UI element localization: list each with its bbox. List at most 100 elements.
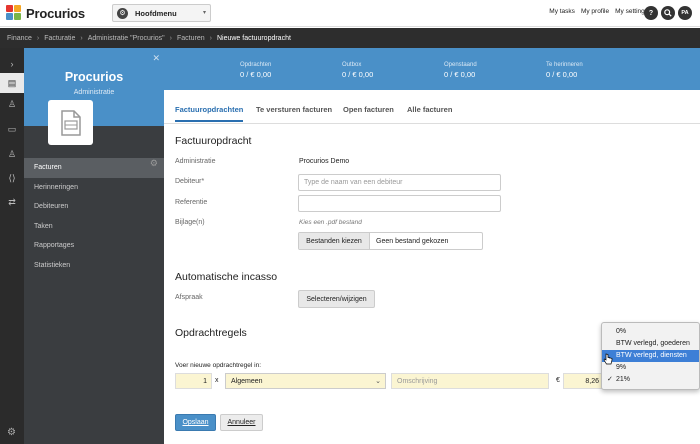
chevron-right-icon: › (209, 34, 212, 42)
panel-settings-icon[interactable]: ⚙ (150, 158, 158, 169)
debiteur-label: Debiteur* (175, 178, 205, 185)
nav-item-rapportages[interactable]: Rapportages (24, 236, 164, 256)
stat-label: Te herinneren (546, 62, 583, 68)
section-opdrachtregels: Opdrachtregels (175, 327, 247, 339)
vat-option[interactable]: 0% (602, 326, 699, 338)
checkmark-icon: ✓ (607, 376, 613, 383)
nav-item-statistieken[interactable]: Statistieken (24, 256, 164, 276)
referentie-label: Referentie (175, 199, 208, 206)
vat-dropdown-menu: 0% BTW verlegd, goederen BTW verlegd, di… (601, 322, 700, 390)
nav-item-facturen[interactable]: Facturen (24, 158, 164, 178)
top-bar: Procurios ⚙ Hoofdmenu ▾ My tasks My prof… (0, 0, 700, 27)
top-links: My tasks My profile My settings (549, 8, 648, 15)
app-logo[interactable]: Procurios (6, 5, 85, 21)
help-icon[interactable]: ? (644, 6, 658, 20)
cards-icon[interactable]: ▭ (6, 123, 18, 135)
select-change-button[interactable]: Selecteren/wijzigen (298, 290, 375, 308)
tab-bar: Factuuropdrachten Te versturen facturen … (164, 90, 700, 124)
panel-header: ✕ Procurios Administratie (24, 48, 164, 126)
person-icon[interactable]: ♙ (6, 148, 18, 160)
app-name: Procurios (26, 5, 85, 21)
left-panel: ✕ Procurios Administratie ⚙ Facturen Her… (24, 48, 164, 444)
stat-value: 0 / € 0,00 (240, 70, 272, 79)
vat-option-highlighted[interactable]: BTW verlegd, diensten (602, 350, 699, 362)
referentie-input[interactable] (298, 195, 501, 212)
afspraak-label: Afspraak (175, 294, 203, 301)
breadcrumb-facturatie[interactable]: Facturatie (44, 35, 75, 42)
stat-te-herinneren[interactable]: Te herinneren 0 / € 0,00 (546, 62, 583, 79)
tab-te-versturen-facturen[interactable]: Te versturen facturen (256, 105, 332, 120)
expand-chevron-icon[interactable]: › (6, 58, 18, 70)
panel-title: Procurios (64, 70, 124, 84)
nav-item-taken[interactable]: Taken (24, 217, 164, 237)
nav-item-herinneringen[interactable]: Herinneringen (24, 178, 164, 198)
my-tasks-link[interactable]: My tasks (549, 8, 575, 15)
search-icon[interactable] (661, 6, 675, 20)
code-icon[interactable]: ⟨⟩ (6, 172, 18, 184)
breadcrumb-finance[interactable]: Finance (7, 35, 32, 42)
breadcrumb: Finance › Facturatie › Administratie "Pr… (0, 28, 700, 48)
file-input[interactable]: Bestanden kiezen Geen bestand gekozen (298, 232, 483, 250)
vat-option-label: 21% (616, 376, 631, 383)
administratie-label: Administratie (175, 158, 216, 165)
price-input[interactable]: 8,26 (563, 373, 603, 389)
hand-cursor-icon (603, 353, 613, 365)
stat-label: Outbox (342, 62, 362, 68)
currency-sign: € (556, 377, 560, 384)
debiteur-input[interactable]: Type de naam van een debiteur (298, 174, 501, 191)
administration-avatar (48, 100, 93, 145)
tab-open-facturen[interactable]: Open facturen (343, 105, 394, 120)
stat-opdrachten[interactable]: Opdrachten 0 / € 0,00 (240, 62, 271, 79)
stats-bar: Opdrachten 0 / € 0,00 Outbox 0 / € 0,00 … (164, 48, 700, 90)
transfer-icon[interactable]: ⇄ (6, 196, 18, 208)
icon-rail: › ▤ ♙ ▭ ♙ ⟨⟩ ⇄ (0, 48, 24, 444)
my-profile-link[interactable]: My profile (581, 8, 609, 15)
stat-value: 0 / € 0,00 (342, 70, 374, 79)
choose-files-button[interactable]: Bestanden kiezen (299, 233, 370, 249)
stat-label: Opdrachten (240, 62, 272, 68)
vat-option[interactable]: BTW verlegd, goederen (602, 338, 699, 350)
chevron-down-icon: ▾ (202, 10, 206, 16)
nav-item-debiteuren[interactable]: Debiteuren (24, 197, 164, 217)
procurios-logo-icon (6, 5, 22, 21)
stat-openstaand[interactable]: Openstaand 0 / € 0,00 (444, 62, 477, 79)
category-value: Algemeen (231, 378, 263, 385)
chevron-right-icon: › (80, 34, 83, 42)
left-nav: Facturen Herinneringen Debiteuren Taken … (24, 158, 164, 275)
close-icon[interactable]: ✕ (152, 53, 160, 64)
tab-factuuropdrachten[interactable]: Factuuropdrachten (175, 105, 244, 122)
tab-alle-facturen[interactable]: Alle facturen (407, 105, 452, 120)
section-automatische-incasso: Automatische incasso (175, 271, 278, 283)
bijlagen-label: Bijlage(n) (175, 219, 205, 226)
breadcrumb-facturen[interactable]: Facturen (177, 35, 205, 42)
breadcrumb-current: Nieuwe factuuropdracht (216, 34, 291, 42)
category-select[interactable]: Algemeen ⌄ (225, 373, 386, 389)
quantity-input[interactable]: 1 (175, 373, 212, 389)
chevron-right-icon: › (36, 34, 40, 42)
settings-icon: ⚙ (117, 7, 128, 19)
user-avatar[interactable]: PA (678, 6, 692, 20)
description-input[interactable]: Omschrijving (391, 373, 549, 389)
section-factuuropdracht: Factuuropdracht (175, 135, 252, 147)
chevron-down-icon: ⌄ (375, 378, 381, 385)
save-button[interactable]: Opslaan (175, 414, 216, 431)
users-icon[interactable]: ♙ (6, 98, 18, 110)
file-name: Geen bestand gekozen (376, 237, 449, 245)
cancel-button[interactable]: Annuleer (220, 414, 263, 431)
panel-subtitle: Administratie (73, 89, 115, 96)
stat-value: 0 / € 0,00 (444, 70, 476, 79)
chevron-right-icon: › (169, 34, 173, 42)
gear-icon[interactable]: ⚙ (7, 427, 16, 438)
vat-option[interactable]: 9% (602, 362, 699, 374)
main-menu-label: Hoofdmenu (135, 8, 177, 18)
top-icons: ? PA (644, 6, 692, 20)
stat-outbox[interactable]: Outbox 0 / € 0,00 (342, 62, 373, 79)
administratie-value: Procurios Demo (299, 158, 350, 165)
bijlagen-hint: Kies een .pdf bestand (299, 219, 362, 226)
stat-label: Openstaand (444, 62, 477, 68)
breadcrumb-administratie[interactable]: Administratie "Procurios" (88, 35, 165, 42)
main-menu-dropdown[interactable]: ⚙ Hoofdmenu ▾ (112, 4, 211, 22)
vat-option-selected[interactable]: ✓ 21% (602, 374, 699, 386)
invoice-icon[interactable]: ▤ (0, 73, 24, 93)
times-sign: x (215, 377, 219, 384)
